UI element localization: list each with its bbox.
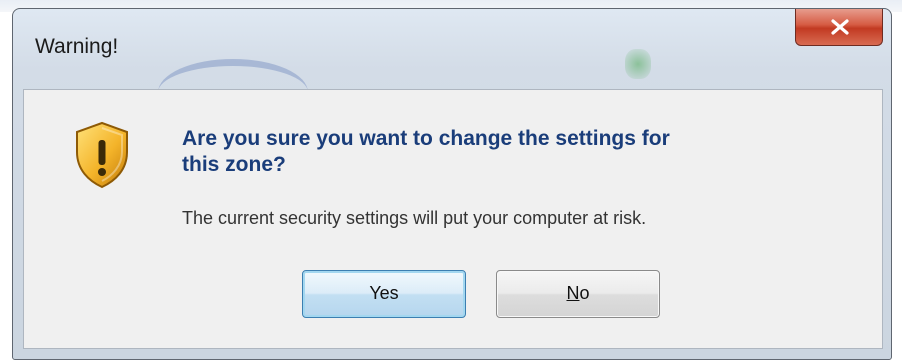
dialog-content: Are you sure you want to change the sett… [23, 89, 883, 349]
dialog-title: Warning! [35, 35, 119, 58]
background-decoration-green [625, 49, 651, 79]
yes-button[interactable]: Yes [302, 270, 466, 318]
heading-line-1: Are you sure you want to change the sett… [182, 127, 670, 150]
close-button[interactable] [795, 9, 883, 46]
title-bar[interactable]: Warning! [13, 9, 891, 87]
no-button-mnemonic: N [566, 283, 580, 303]
dialog-message: The current security settings will put y… [182, 208, 647, 228]
shield-warning-icon [76, 121, 128, 189]
no-button-label: No [566, 283, 589, 303]
heading-line-2: this zone? [182, 153, 286, 176]
no-button[interactable]: No [496, 270, 660, 318]
yes-button-label: Yes [369, 283, 399, 303]
warning-dialog: Warning! Are you sure you want to change… [12, 8, 892, 360]
dialog-heading: Are you sure you want to change the sett… [182, 126, 862, 178]
close-x-icon [831, 19, 849, 35]
no-button-label-rest: o [579, 283, 590, 303]
